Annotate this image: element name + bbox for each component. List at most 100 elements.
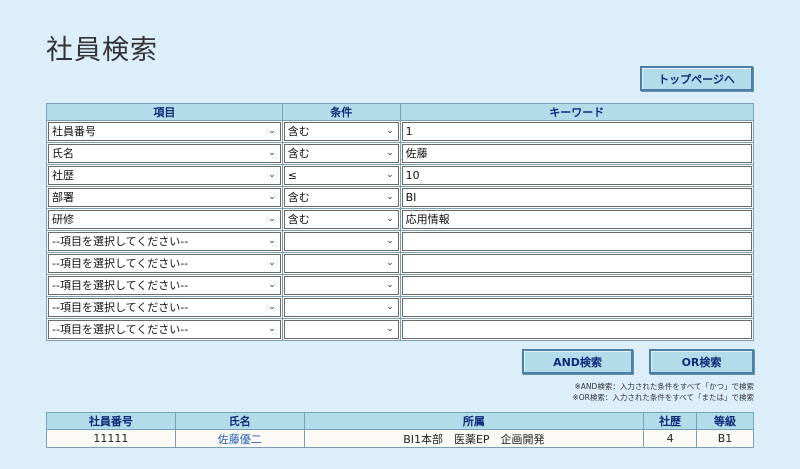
keyword-input[interactable] xyxy=(401,320,752,339)
condition-select[interactable]: ⌄ xyxy=(283,254,399,273)
condition-row: 部署 ⌄ 含む ⌄ BI xyxy=(46,186,755,209)
item-select-value: --項目を選択してください-- xyxy=(52,235,189,248)
keyword-input[interactable] xyxy=(401,298,752,317)
chevron-down-icon: ⌄ xyxy=(386,258,394,268)
chevron-down-icon: ⌄ xyxy=(386,324,394,334)
item-select[interactable]: 社歴 ⌄ xyxy=(48,166,281,185)
chevron-down-icon: ⌄ xyxy=(386,170,394,180)
header-condition: 条件 xyxy=(281,103,401,121)
result-header-years: 社歴 xyxy=(643,412,698,430)
item-select[interactable]: 社員番号 ⌄ xyxy=(48,122,281,141)
item-cell: --項目を選択してください-- ⌄ xyxy=(46,230,283,253)
keyword-cell: 佐藤 xyxy=(399,142,755,165)
condition-select[interactable]: ⌄ xyxy=(283,276,399,295)
item-select-value: --項目を選択してください-- xyxy=(52,323,189,336)
condition-cell: 含む ⌄ xyxy=(281,208,401,231)
keyword-cell: 応用情報 xyxy=(399,208,755,231)
condition-cell: 含む ⌄ xyxy=(281,186,401,209)
condition-row: 研修 ⌄ 含む ⌄ 応用情報 xyxy=(46,208,755,231)
keyword-input[interactable]: BI xyxy=(401,188,752,207)
or-search-button[interactable]: OR検索 xyxy=(649,349,754,374)
condition-cell: ⌄ xyxy=(281,318,401,341)
keyword-input[interactable]: 佐藤 xyxy=(401,144,752,163)
result-id: 11111 xyxy=(46,429,176,448)
search-notes: ※AND検索：入力された条件をすべて「かつ」で検索 ※OR検索：入力された条件を… xyxy=(572,381,754,403)
item-cell: 部署 ⌄ xyxy=(46,186,283,209)
table-row: 11111 佐藤優二 BI1本部 医薬EP 企画開発 4 B1 xyxy=(46,429,754,448)
result-name-cell: 佐藤優二 xyxy=(174,429,305,448)
item-select-value: 氏名 xyxy=(52,147,74,160)
keyword-input[interactable]: 応用情報 xyxy=(401,210,752,229)
condition-row: --項目を選択してください-- ⌄ ⌄ xyxy=(46,274,755,297)
condition-select-value: 含む xyxy=(287,125,310,138)
keyword-input[interactable] xyxy=(401,254,752,273)
condition-cell: 含む ⌄ xyxy=(281,120,401,143)
keyword-cell xyxy=(399,318,755,341)
condition-cell: ⌄ xyxy=(281,296,401,319)
result-header-row: 社員番号 氏名 所属 社歴 等級 xyxy=(46,412,754,430)
item-select-value: 研修 xyxy=(52,213,74,226)
chevron-down-icon: ⌄ xyxy=(386,236,394,246)
item-cell: --項目を選択してください-- ⌄ xyxy=(46,252,283,275)
employee-name-link[interactable]: 佐藤優二 xyxy=(218,433,262,446)
item-select[interactable]: --項目を選択してください-- ⌄ xyxy=(48,320,281,339)
condition-row: --項目を選択してください-- ⌄ ⌄ xyxy=(46,252,755,275)
keyword-input[interactable] xyxy=(401,232,752,251)
result-dept: BI1本部 医薬EP 企画開発 xyxy=(303,429,645,448)
chevron-down-icon: ⌄ xyxy=(268,324,276,334)
condition-select-value: 含む xyxy=(287,213,310,226)
top-page-button[interactable]: トップページへ xyxy=(640,66,753,91)
chevron-down-icon: ⌄ xyxy=(386,280,394,290)
result-years: 4 xyxy=(643,429,698,448)
condition-cell: ≤ ⌄ xyxy=(281,164,401,187)
keyword-cell xyxy=(399,230,755,253)
item-select[interactable]: 研修 ⌄ xyxy=(48,210,281,229)
condition-select[interactable]: 含む ⌄ xyxy=(283,188,399,207)
item-select[interactable]: --項目を選択してください-- ⌄ xyxy=(48,276,281,295)
item-select-value: --項目を選択してください-- xyxy=(52,257,189,270)
keyword-input[interactable]: 10 xyxy=(401,166,752,185)
chevron-down-icon: ⌄ xyxy=(386,192,394,202)
chevron-down-icon: ⌄ xyxy=(386,148,394,158)
result-header-id: 社員番号 xyxy=(46,412,176,430)
keyword-cell xyxy=(399,274,755,297)
keyword-input[interactable] xyxy=(401,276,752,295)
chevron-down-icon: ⌄ xyxy=(386,126,394,136)
condition-select[interactable]: ⌄ xyxy=(283,298,399,317)
chevron-down-icon: ⌄ xyxy=(268,170,276,180)
keyword-cell: 10 xyxy=(399,164,755,187)
chevron-down-icon: ⌄ xyxy=(268,302,276,312)
item-select[interactable]: 氏名 ⌄ xyxy=(48,144,281,163)
condition-select[interactable]: ⌄ xyxy=(283,232,399,251)
chevron-down-icon: ⌄ xyxy=(268,214,276,224)
result-grade: B1 xyxy=(696,429,754,448)
item-select-value: --項目を選択してください-- xyxy=(52,279,189,292)
keyword-cell: 1 xyxy=(399,120,755,143)
condition-select[interactable]: 含む ⌄ xyxy=(283,144,399,163)
condition-row: 社歴 ⌄ ≤ ⌄ 10 xyxy=(46,164,755,187)
item-select[interactable]: --項目を選択してください-- ⌄ xyxy=(48,298,281,317)
item-select[interactable]: --項目を選択してください-- ⌄ xyxy=(48,254,281,273)
condition-select[interactable]: ⌄ xyxy=(283,320,399,339)
and-search-button[interactable]: AND検索 xyxy=(522,349,633,374)
condition-select[interactable]: 含む ⌄ xyxy=(283,210,399,229)
keyword-input[interactable]: 1 xyxy=(401,122,752,141)
chevron-down-icon: ⌄ xyxy=(268,192,276,202)
search-condition-table: 項目 条件 キーワード 社員番号 ⌄ 含む ⌄ 1 氏名 ⌄ 含む ⌄ 佐藤 社歴 ⌄ ≤ ⌄ 10 部署 ⌄ 含… xyxy=(46,103,755,341)
chevron-down-icon: ⌄ xyxy=(268,280,276,290)
item-cell: 社歴 ⌄ xyxy=(46,164,283,187)
result-header-name: 氏名 xyxy=(174,412,305,430)
page-title: 社員検索 xyxy=(46,35,158,66)
condition-select[interactable]: ≤ ⌄ xyxy=(283,166,399,185)
item-select[interactable]: 部署 ⌄ xyxy=(48,188,281,207)
chevron-down-icon: ⌄ xyxy=(268,236,276,246)
condition-row: --項目を選択してください-- ⌄ ⌄ xyxy=(46,296,755,319)
condition-header-row: 項目 条件 キーワード xyxy=(46,103,755,121)
condition-select-value: 含む xyxy=(287,147,310,160)
chevron-down-icon: ⌄ xyxy=(386,302,394,312)
condition-row: 社員番号 ⌄ 含む ⌄ 1 xyxy=(46,120,755,143)
keyword-cell xyxy=(399,252,755,275)
item-select[interactable]: --項目を選択してください-- ⌄ xyxy=(48,232,281,251)
item-cell: 氏名 ⌄ xyxy=(46,142,283,165)
condition-select[interactable]: 含む ⌄ xyxy=(283,122,399,141)
